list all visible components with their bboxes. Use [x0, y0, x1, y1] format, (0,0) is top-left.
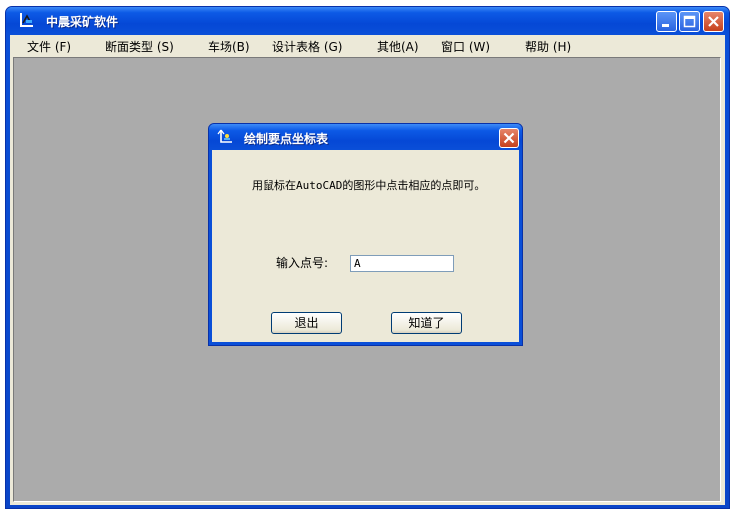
menu-window[interactable]: 窗口 (W)	[441, 38, 490, 55]
maximize-icon	[683, 15, 696, 28]
dialog-title-bar[interactable]: 绘制要点坐标表	[209, 124, 522, 150]
dialog-app-icon	[217, 128, 235, 146]
close-button[interactable]	[703, 11, 724, 32]
menu-section-type[interactable]: 断面类型 (S)	[105, 38, 174, 55]
exit-button[interactable]: 退出	[271, 312, 342, 334]
close-icon	[708, 16, 719, 27]
app-logo-icon[interactable]	[18, 11, 36, 29]
close-icon	[503, 132, 515, 144]
title-bar[interactable]: 中晨采矿软件	[6, 7, 729, 35]
maximize-button[interactable]	[679, 11, 700, 32]
menu-help[interactable]: 帮助 (H)	[525, 38, 571, 55]
minimize-icon	[662, 24, 669, 27]
menu-other[interactable]: 其他(A)	[377, 38, 419, 55]
point-number-input[interactable]	[350, 255, 454, 272]
minimize-button[interactable]	[656, 11, 677, 32]
dialog-title: 绘制要点坐标表	[244, 132, 329, 146]
point-number-label: 输入点号:	[276, 256, 329, 270]
instruction-text: 用鼠标在AutoCAD的图形中点击相应的点即可。	[252, 179, 486, 192]
window-title: 中晨采矿软件	[46, 15, 119, 29]
ok-button[interactable]: 知道了	[391, 312, 462, 334]
dialog-close-button[interactable]	[499, 128, 519, 148]
menu-bar: 文件 (F) 断面类型 (S) 车场(B) 设计表格 (G) 其他(A) 窗口 …	[10, 35, 725, 57]
menu-file[interactable]: 文件 (F)	[27, 38, 71, 55]
dialog-body: 用鼠标在AutoCAD的图形中点击相应的点即可。 输入点号: 退出 知道了	[212, 150, 519, 342]
menu-design-table[interactable]: 设计表格 (G)	[272, 38, 342, 55]
point-table-dialog: 绘制要点坐标表 用鼠标在AutoCAD的图形中点击相应的点即可。 输入点号: 退…	[208, 123, 523, 346]
menu-yard[interactable]: 车场(B)	[208, 38, 250, 55]
